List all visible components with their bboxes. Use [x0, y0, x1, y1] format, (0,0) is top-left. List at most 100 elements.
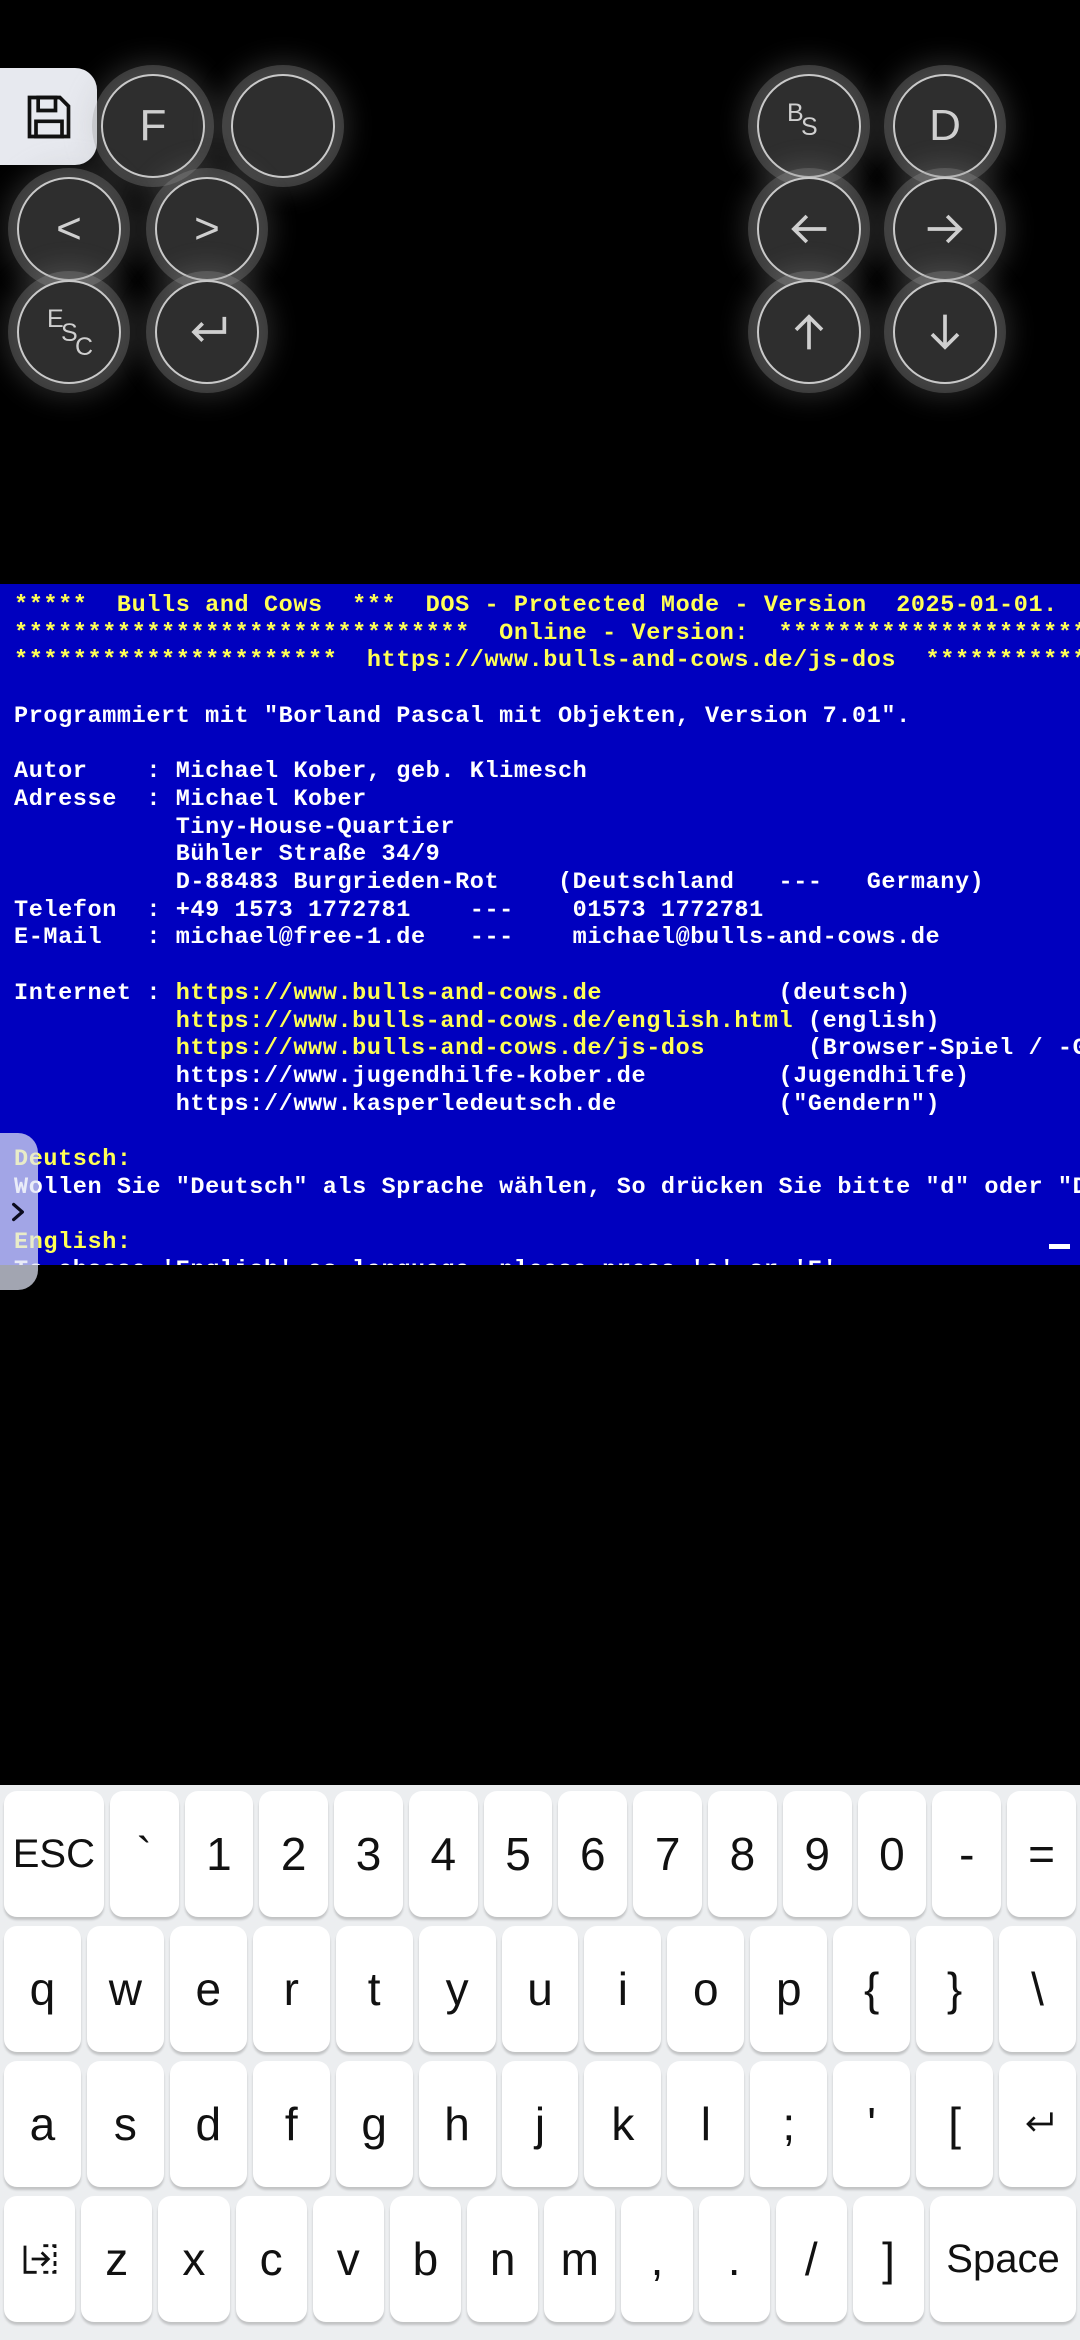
arrow-right-button[interactable]	[893, 177, 997, 281]
key-w[interactable]: w	[86, 1926, 164, 2052]
key-6[interactable]: 6	[558, 1791, 628, 1917]
key-h[interactable]: h	[418, 2061, 496, 2187]
key-comma-label: ,	[650, 2233, 664, 2285]
key-o[interactable]: o	[667, 1926, 745, 2052]
terminal-span: https://www.bulls-and-cows.de/js-dos	[175, 1035, 706, 1063]
terminal-span: https://www.kasperledeutsch.de ("Gendern…	[14, 1090, 941, 1118]
keyboard-row: a s d f g h j k l; ' [	[4, 2061, 1076, 2187]
key-equals[interactable]: =	[1007, 1791, 1076, 1917]
key-bracket-right[interactable]: ]	[852, 2196, 925, 2322]
function-key-button[interactable]: F	[101, 74, 205, 178]
key-t[interactable]: t	[335, 1926, 413, 2052]
key-7[interactable]: 7	[633, 1791, 702, 1917]
key-slash[interactable]: /	[775, 2196, 847, 2322]
terminal-span: E-Mail : michael@free-1.de --- michael@b…	[14, 924, 941, 952]
key-x-label: x	[182, 2233, 206, 2285]
key-enter[interactable]	[999, 2061, 1076, 2187]
key-a-label: a	[29, 2098, 56, 2150]
key-3[interactable]: 3	[334, 1791, 403, 1917]
key-u-label: u	[527, 1963, 553, 2015]
key-n[interactable]: n	[467, 2196, 539, 2322]
key-4[interactable]: 4	[408, 1791, 478, 1917]
key-comma[interactable]: ,	[621, 2196, 693, 2322]
key-e[interactable]: e	[169, 1926, 247, 2052]
key-a[interactable]: a	[4, 2061, 81, 2187]
key-bracket-left[interactable]: [	[916, 2061, 994, 2187]
key-9[interactable]: 9	[782, 1791, 852, 1917]
key-p-label: p	[775, 1963, 802, 2015]
arrow-left-button[interactable]	[757, 177, 861, 281]
key-1[interactable]: 1	[184, 1791, 254, 1917]
key-equals-label: =	[1028, 1828, 1055, 1880]
arrow-up-icon	[783, 306, 835, 358]
key-minus[interactable]: -	[932, 1791, 1002, 1917]
key-minus-label: -	[959, 1828, 975, 1880]
key-5[interactable]: 5	[483, 1791, 553, 1917]
key-7-label: 7	[654, 1828, 681, 1880]
key-b[interactable]: b	[389, 2196, 462, 2322]
key-y[interactable]: y	[418, 1926, 496, 2052]
key-z[interactable]: z	[81, 2196, 153, 2322]
greater-than-key-label: >	[194, 204, 220, 253]
key-d[interactable]: d	[169, 2061, 247, 2187]
key-k[interactable]: k	[584, 2061, 662, 2187]
key-f[interactable]: f	[252, 2061, 330, 2187]
less-than-key-button[interactable]: <	[17, 177, 121, 281]
key-r[interactable]: r	[252, 1926, 330, 2052]
key-period[interactable]: .	[698, 2196, 770, 2322]
terminal-span	[14, 1035, 176, 1062]
arrow-up-button[interactable]	[757, 280, 861, 384]
terminal-span: To choose 'English' as language, please …	[14, 1257, 852, 1265]
key-m[interactable]: m	[544, 2196, 616, 2322]
blank-key-button[interactable]	[231, 74, 335, 178]
backspace-key-button[interactable]: BS	[757, 74, 861, 178]
key-space[interactable]: Space	[930, 2196, 1076, 2322]
key-s-label: s	[113, 2098, 137, 2150]
key-5-label: 5	[505, 1828, 531, 1880]
key-i[interactable]: i	[584, 1926, 662, 2052]
key-0-label: 0	[879, 1828, 905, 1880]
key-p[interactable]: p	[750, 1926, 828, 2052]
enter-key-button[interactable]	[155, 280, 259, 384]
key-c[interactable]: c	[235, 2196, 307, 2322]
key-tab[interactable]	[4, 2196, 76, 2322]
terminal-span: Tiny-House-Quartier	[14, 813, 456, 841]
key-v-label: v	[336, 2233, 360, 2285]
key-g[interactable]: g	[335, 2061, 413, 2187]
key-brace-right[interactable]: }	[916, 1926, 994, 2052]
key-2[interactable]: 2	[259, 1791, 329, 1917]
delete-key-button[interactable]: D	[893, 74, 997, 178]
terminal-span: https://www.bulls-and-cows.de/english.ht…	[175, 1007, 794, 1035]
key-brace-left-label: {	[863, 1963, 880, 2015]
save-button[interactable]	[0, 68, 97, 165]
tab-indent-icon	[20, 2239, 60, 2279]
key-apostrophe[interactable]: '	[833, 2061, 911, 2187]
key-q[interactable]: q	[4, 1926, 81, 2052]
key-0[interactable]: 0	[857, 1791, 927, 1917]
drawer-open-handle[interactable]	[0, 1133, 38, 1290]
key-6-label: 6	[580, 1828, 606, 1880]
key-brace-left[interactable]: {	[833, 1926, 911, 2052]
key-bracket-right-label: ]	[882, 2233, 895, 2285]
key-j[interactable]: j	[501, 2061, 579, 2187]
key-s[interactable]: s	[86, 2061, 164, 2187]
key-esc[interactable]: ESC	[4, 1791, 104, 1917]
key-l[interactable]: l	[667, 2061, 745, 2187]
terminal-span: (english)	[793, 1007, 941, 1035]
arrow-down-button[interactable]	[893, 280, 997, 384]
key-semicolon[interactable]: ;	[750, 2061, 828, 2187]
key-3-label: 3	[355, 1828, 382, 1880]
terminal-line: https://www.bulls-and-cows.de/english.ht…	[14, 1008, 1080, 1036]
key-o-label: o	[693, 1963, 719, 2015]
dos-terminal[interactable]: ***** Bulls and Cows *** DOS - Protected…	[0, 584, 1080, 1265]
greater-than-key-button[interactable]: >	[155, 177, 259, 281]
key-8[interactable]: 8	[708, 1791, 777, 1917]
key-x[interactable]: x	[158, 2196, 230, 2322]
key-v[interactable]: v	[312, 2196, 384, 2322]
escape-key-button[interactable]: ESC	[17, 280, 121, 384]
key-u[interactable]: u	[501, 1926, 579, 2052]
terminal-line: Bühler Straße 34/9	[14, 841, 1080, 869]
key-backtick[interactable]: `	[109, 1791, 179, 1917]
key-backslash[interactable]: \	[999, 1926, 1076, 2052]
